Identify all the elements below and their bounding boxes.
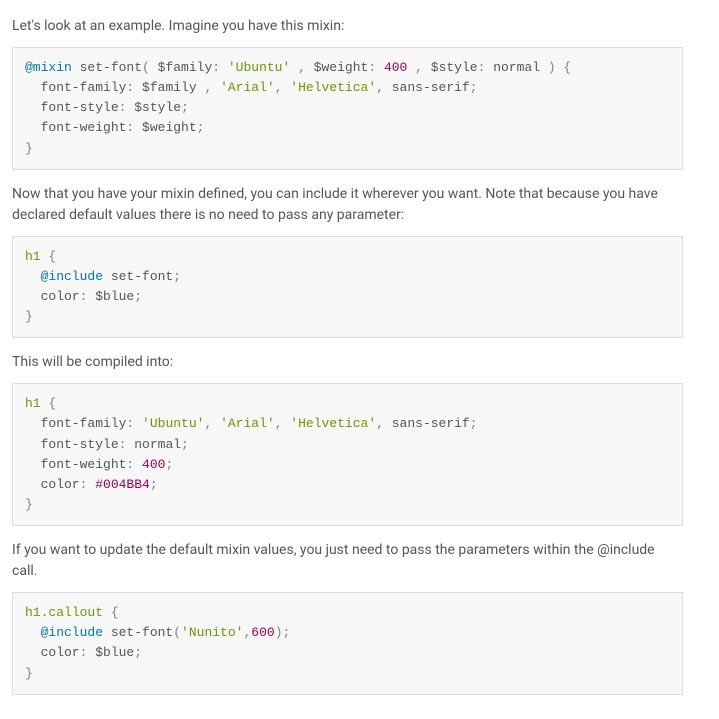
code-token: @include xyxy=(25,269,103,284)
code-token: set-font xyxy=(103,625,173,640)
paragraph-compiled: This will be compiled into: xyxy=(12,352,683,373)
code-token: ; xyxy=(470,80,478,95)
code-token: 'Helvetica' xyxy=(283,416,377,431)
code-token: color xyxy=(25,289,80,304)
code-token: { xyxy=(41,249,57,264)
code-token: font-weight xyxy=(25,120,126,135)
code-token: , xyxy=(407,60,423,75)
code-token: 'Helvetica' xyxy=(283,80,377,95)
code-token: } xyxy=(25,666,33,681)
code-token: set-font xyxy=(72,60,142,75)
code-token: font-family xyxy=(25,80,126,95)
paragraph-usage: Now that you have your mixin defined, yo… xyxy=(12,184,683,226)
paragraph-override: If you want to update the default mixin … xyxy=(12,540,683,582)
code-token: ( xyxy=(173,625,181,640)
code-token: font-style xyxy=(25,437,119,452)
code-token: ; xyxy=(470,416,478,431)
code-token: , xyxy=(275,416,283,431)
code-token: $weight xyxy=(306,60,368,75)
code-token: ; xyxy=(134,289,142,304)
code-token: 400 xyxy=(134,457,165,472)
text-span: If you want to update the default mixin … xyxy=(12,542,597,558)
paragraph-intro: Let's look at an example. Imagine you ha… xyxy=(12,16,683,37)
code-token: font-family xyxy=(25,416,126,431)
code-token: .callout xyxy=(41,605,103,620)
code-token: 'Nunito' xyxy=(181,625,243,640)
code-token: 'Ubuntu' xyxy=(220,60,290,75)
code-token: ) xyxy=(548,60,556,75)
code-block-include: h1 { @include set-font; color: $blue; } xyxy=(12,236,683,339)
code-token: $style xyxy=(423,60,478,75)
code-token: , xyxy=(290,60,306,75)
code-token: ; xyxy=(173,269,181,284)
code-token: } xyxy=(25,309,33,324)
code-block-compiled: h1 { font-family: 'Ubuntu', 'Arial', 'He… xyxy=(12,383,683,526)
code-token: , xyxy=(275,80,283,95)
code-block-override: h1.callout { @include set-font('Nunito',… xyxy=(12,592,683,695)
code-token: : xyxy=(212,60,220,75)
inline-code: @include xyxy=(597,542,654,558)
code-token: ; xyxy=(197,120,205,135)
code-token: 600 xyxy=(251,625,274,640)
code-token: { xyxy=(556,60,572,75)
code-token: ; xyxy=(165,457,173,472)
code-token: $family xyxy=(150,60,212,75)
code-token: { xyxy=(41,396,57,411)
code-token: $weight xyxy=(134,120,196,135)
code-token: } xyxy=(25,141,33,156)
code-token: ( xyxy=(142,60,150,75)
text-span: call. xyxy=(12,563,37,579)
code-token: 'Arial' xyxy=(212,416,274,431)
code-token: font-style xyxy=(25,100,119,115)
code-token: ) xyxy=(275,625,283,640)
code-token: sans-serif xyxy=(384,416,470,431)
code-token: set-font xyxy=(103,269,173,284)
code-token: $blue xyxy=(87,645,134,660)
code-token: $family xyxy=(134,80,204,95)
code-token: h1 xyxy=(25,605,41,620)
code-token: 'Ubuntu' xyxy=(134,416,204,431)
code-token: color xyxy=(25,477,80,492)
code-token: 'Arial' xyxy=(212,80,274,95)
code-token: , xyxy=(376,416,384,431)
code-token: @include xyxy=(25,625,103,640)
code-token: #004BB4 xyxy=(87,477,149,492)
code-token: ; xyxy=(283,625,291,640)
code-block-mixin-def: @mixin set-font( $family: 'Ubuntu' , $we… xyxy=(12,47,683,170)
code-token: 400 xyxy=(376,60,407,75)
code-token: : xyxy=(368,60,376,75)
code-token: h1 xyxy=(25,249,41,264)
code-token: sans-serif xyxy=(384,80,470,95)
code-token: color xyxy=(25,645,80,660)
code-token: ; xyxy=(134,645,142,660)
code-token: @mixin xyxy=(25,60,72,75)
code-token: font-weight xyxy=(25,457,126,472)
code-token: h1 xyxy=(25,396,41,411)
code-token: normal xyxy=(485,60,547,75)
code-token: ; xyxy=(181,437,189,452)
code-token: normal xyxy=(126,437,181,452)
code-token: , xyxy=(376,80,384,95)
code-token: ; xyxy=(150,477,158,492)
code-token: ; xyxy=(181,100,189,115)
code-token: { xyxy=(103,605,119,620)
code-token: } xyxy=(25,497,33,512)
code-token: $blue xyxy=(87,289,134,304)
code-token: $style xyxy=(126,100,181,115)
